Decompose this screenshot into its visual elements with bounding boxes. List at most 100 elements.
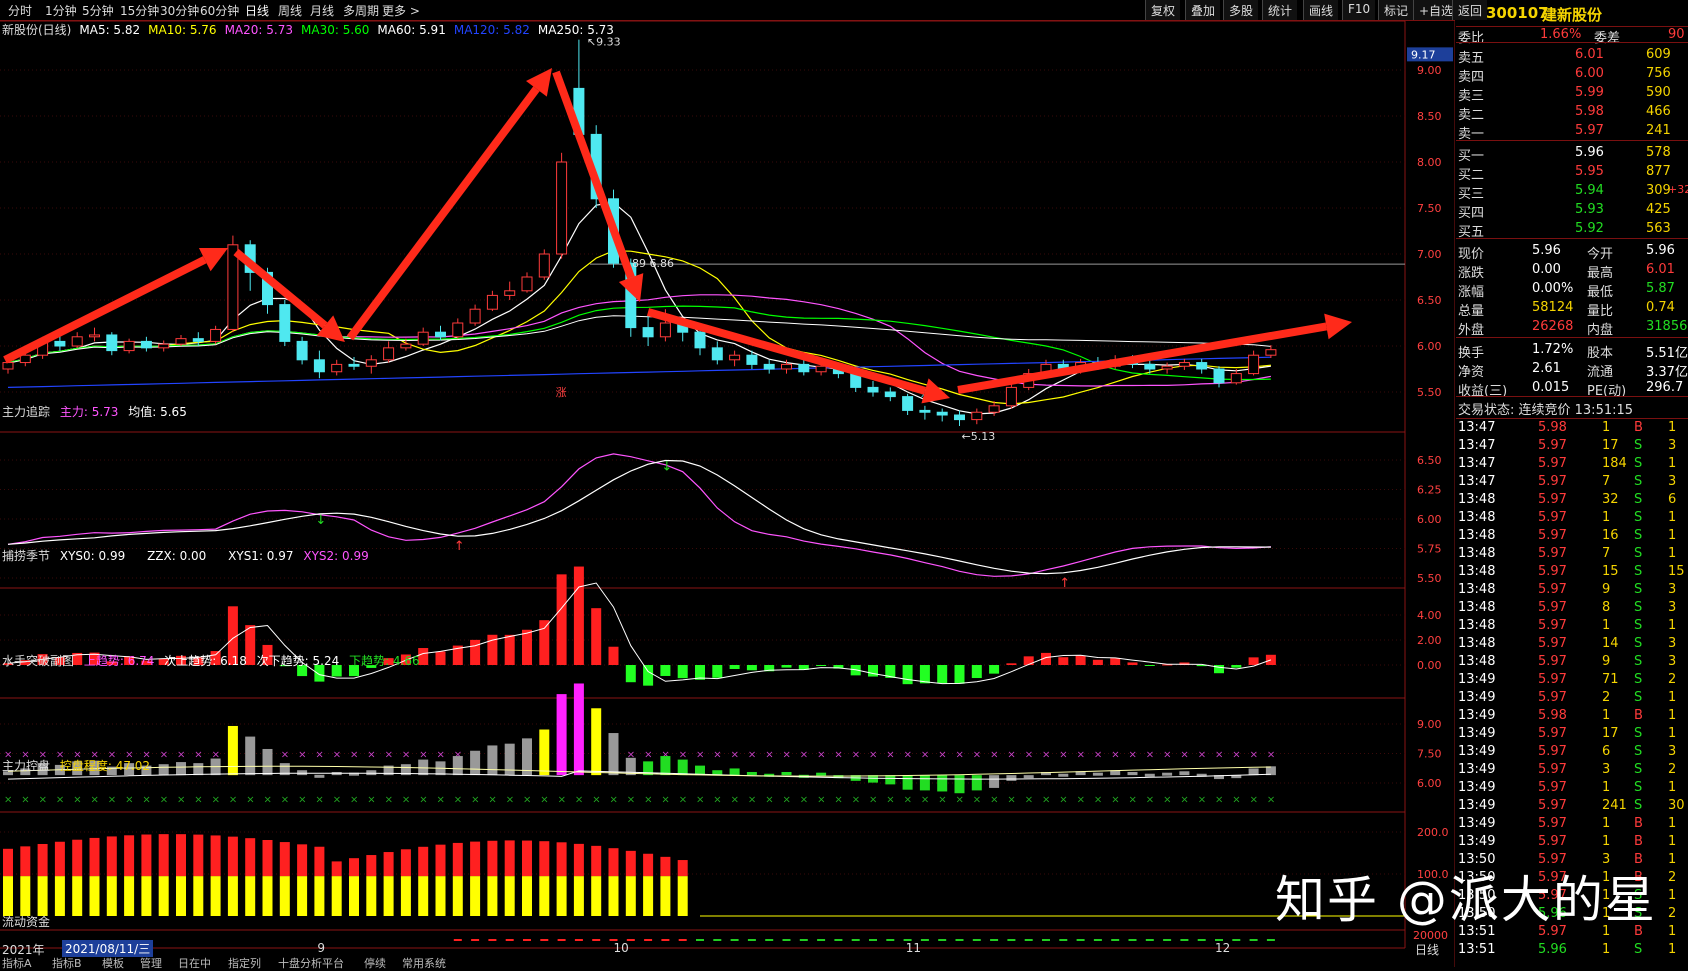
ind3-bar [297, 770, 308, 776]
ind3-lower-x: × [938, 795, 946, 806]
trade-cell-3: S [1634, 726, 1643, 741]
ask-label-3: 卖二 [1458, 108, 1485, 123]
ind3-lower-x: × [160, 795, 168, 806]
trade-cell-4: 2 [1668, 762, 1677, 777]
ind3-tick-2: 6.00 [1417, 777, 1442, 790]
stat-label2-6: 流通 [1587, 365, 1614, 380]
ind4-yellow-bar [72, 876, 83, 916]
ind3-lower-x: × [454, 795, 462, 806]
bottom-tab-4[interactable]: 日在中 [178, 955, 211, 971]
ind3-lower-x: × [973, 795, 981, 806]
candle-body [954, 414, 965, 421]
bottom-tab-1[interactable]: 指标B [52, 955, 82, 971]
trade-row: 13:47 5.97 184 S 1 [1456, 456, 1688, 474]
ind3-lower-x: × [852, 795, 860, 806]
toolbar-btn-5[interactable]: F10 [1342, 0, 1376, 20]
stat-label-1: 涨跌 [1458, 266, 1485, 281]
trade-cell-3: B [1634, 420, 1643, 435]
price-tick-4: 7.50 [1417, 202, 1442, 215]
ind2-bar [1127, 662, 1138, 665]
ind4-red-bar [227, 836, 238, 877]
ind4-name: 主力控盘 [2, 759, 51, 773]
price-tick-2: 8.50 [1417, 110, 1442, 123]
ind4-yellow-bar [124, 876, 135, 916]
trend-arrow-6-head [1324, 313, 1352, 340]
bottom-tab-2[interactable]: 模板 [102, 955, 124, 971]
toolbar-btn-3[interactable]: 统计 [1262, 0, 1298, 20]
bottom-tab-8[interactable]: 常用系统 [402, 955, 446, 971]
ask-label-1: 卖四 [1458, 70, 1485, 85]
ind3-upper-x: × [177, 749, 185, 760]
ind3-bar [816, 772, 827, 776]
ind3-bar [176, 762, 186, 776]
stat-label2-3: 量比 [1587, 304, 1614, 319]
toolbar-btn-2[interactable]: 多股 [1223, 0, 1259, 20]
ma-label-4: MA60: 5.91 [377, 23, 446, 37]
ind3-upper-x: × [783, 749, 791, 760]
ind4-red-bar [522, 840, 532, 877]
ind3-down2: 次下趋势: 5.24 [256, 654, 340, 668]
ask-vol-4: 241 [1646, 123, 1671, 138]
ind3-up2: 次上趋势: 6.18 [164, 654, 247, 668]
trade-cell-4: 1 [1668, 726, 1677, 741]
trade-cell-3: S [1634, 942, 1643, 957]
ind3-upper-x: × [437, 749, 445, 760]
ind3-lower-x: × [886, 795, 894, 806]
ind3-upper-x: × [1094, 749, 1102, 760]
trade-row: 13:49 5.97 1 B 1 [1456, 816, 1688, 834]
trade-cell-3: S [1634, 510, 1643, 525]
chart-area[interactable]: 9.179.008.508.007.507.006.506.005.50↖9.3… [0, 0, 1455, 967]
trade-row: 13:48 5.97 7 S 1 [1456, 546, 1688, 564]
period-label[interactable]: 日线 [1415, 941, 1439, 958]
toolbar-btn-1[interactable]: 叠加 [1185, 0, 1221, 20]
ind2-bar [435, 651, 446, 665]
toolbar-btn-8[interactable]: 返回 [1452, 0, 1488, 20]
bottom-tab-3[interactable]: 管理 [140, 955, 162, 971]
ind3-lower-x: × [834, 795, 842, 806]
toolbar-btn-0[interactable]: 复权 [1145, 0, 1181, 20]
ind4-yellow-bar [245, 876, 256, 916]
candle-body [798, 363, 810, 373]
trade-cell-2: 3 [1602, 762, 1611, 777]
ind3-upper-x: × [385, 749, 393, 760]
ind3-bar [1023, 775, 1034, 779]
bottom-tab-5[interactable]: 指定列 [228, 955, 261, 971]
ask-label-2: 卖三 [1458, 89, 1485, 104]
trade-cell-4: 1 [1668, 528, 1677, 543]
ind3-bar [608, 733, 619, 776]
trade-cell-0: 13:51 [1458, 942, 1496, 957]
bid-vol-3: 425 [1646, 202, 1671, 217]
bottom-tab-7[interactable]: 停续 [364, 955, 386, 971]
candle-body [1178, 362, 1190, 367]
candle-body [902, 396, 914, 411]
trade-cell-1: 5.97 [1538, 546, 1567, 561]
bid-price-3: 5.93 [1575, 202, 1604, 217]
trade-cell-4: 1 [1668, 834, 1677, 849]
candle-body [210, 328, 222, 342]
trade-cell-1: 5.96 [1538, 942, 1567, 957]
ind3-lower-x: × [817, 795, 825, 806]
bottom-tab-0[interactable]: 指标A [2, 955, 32, 971]
ind2-bar [608, 646, 619, 665]
trade-row: 13:48 5.97 32 S 6 [1456, 492, 1688, 510]
candle-body [296, 340, 308, 361]
candle-body [486, 294, 498, 310]
ind3-lower-x: × [437, 795, 445, 806]
ind1-name: 主力追踪 [2, 405, 51, 419]
ind1-tick-0: 6.50 [1417, 454, 1442, 467]
candle-body [694, 331, 706, 349]
ind2-bar [1265, 654, 1276, 665]
ind4-yellow-bar [573, 876, 584, 916]
month-label-12: 12 [1215, 941, 1231, 955]
ind3-lower-x: × [540, 795, 548, 806]
ind3-lower-x: × [1146, 795, 1154, 806]
trade-cell-3: S [1634, 564, 1643, 579]
candle-body [71, 336, 83, 347]
ind3-upper-x: × [1111, 749, 1119, 760]
toolbar-btn-6[interactable]: 标记 [1378, 0, 1414, 20]
toolbar-btn-4[interactable]: 画线 [1303, 0, 1339, 20]
ind4-red-bar [625, 850, 636, 877]
bottom-tab-6[interactable]: 十盘分析平台 [278, 955, 344, 971]
ind3-upper-x: × [1025, 749, 1033, 760]
ind4-yellow-bar [591, 876, 602, 916]
